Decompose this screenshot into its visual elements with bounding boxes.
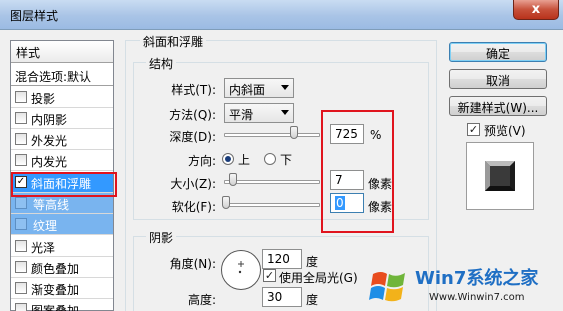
method-select[interactable]: 平滑	[224, 103, 294, 123]
style-item-outer-glow[interactable]: 外发光	[11, 129, 113, 150]
style-list-header[interactable]: 样式	[11, 41, 113, 63]
depth-label: 深度(D):	[169, 130, 216, 144]
style-item-label: 投影	[31, 92, 56, 106]
angle-label: 角度(N):	[169, 257, 216, 271]
method-label: 方法(Q):	[169, 108, 216, 122]
altitude-input[interactable]: 30	[262, 287, 302, 307]
cancel-button[interactable]: 取消	[449, 69, 547, 89]
chevron-down-icon	[281, 110, 289, 115]
direction-down-radio[interactable]	[264, 153, 276, 165]
ok-button[interactable]: 确定	[449, 42, 547, 62]
depth-slider-track[interactable]	[224, 133, 320, 137]
bevel-preview-icon	[485, 161, 515, 191]
watermark-brand: Win7系统之家	[415, 268, 539, 289]
highlight-box-values	[321, 110, 394, 233]
direction-up-label: 上	[238, 153, 251, 167]
style-item-drop-shadow[interactable]: 投影	[11, 87, 113, 108]
style-label: 样式(T):	[171, 83, 216, 97]
style-item-label: 图案叠加	[31, 304, 80, 311]
style-preview-swatch	[466, 142, 534, 210]
style-item-label: 内发光	[31, 155, 68, 169]
preview-label: 预览(V)	[484, 124, 526, 138]
style-select[interactable]: 内斜面	[224, 78, 294, 98]
structure-group-title: 结构	[146, 55, 177, 72]
global-light-label: 使用全局光(G)	[279, 271, 358, 285]
altitude-unit: 度	[306, 293, 319, 307]
style-select-value: 内斜面	[229, 83, 266, 97]
style-item-texture[interactable]: 纹理	[11, 214, 113, 235]
style-item-label: 内阴影	[31, 113, 68, 127]
checkbox[interactable]	[15, 133, 27, 145]
checkbox[interactable]	[15, 303, 27, 311]
method-select-value: 平滑	[229, 108, 254, 122]
style-item-inner-shadow[interactable]: 内阴影	[11, 108, 113, 129]
close-button[interactable]: x	[513, 0, 559, 20]
checkbox[interactable]	[15, 91, 27, 103]
style-item-pattern-overlay[interactable]: 图案叠加	[11, 299, 113, 311]
soften-slider-track[interactable]	[224, 203, 320, 207]
style-item-label: 等高线	[33, 198, 70, 212]
angle-crosshair-icon	[238, 261, 244, 274]
global-light-checkbox[interactable]: ✓	[263, 269, 276, 282]
style-item-satin[interactable]: 光泽	[11, 236, 113, 257]
windows-logo-icon	[369, 272, 405, 302]
direction-up-radio[interactable]	[222, 153, 234, 165]
size-label: 大小(Z):	[170, 177, 216, 191]
window-title: 图层样式	[10, 9, 59, 23]
title-bar: 图层样式 x	[0, 0, 563, 30]
watermark: Win7系统之家 Www.Winwin7.com	[365, 258, 563, 311]
chevron-down-icon	[281, 85, 289, 90]
style-item-gradient-overlay[interactable]: 渐变叠加	[11, 278, 113, 299]
angle-unit: 度	[306, 255, 319, 269]
new-style-button[interactable]: 新建样式(W)...	[449, 96, 547, 116]
style-item-inner-glow[interactable]: 内发光	[11, 150, 113, 171]
size-slider-track[interactable]	[224, 180, 320, 184]
watermark-url: Www.Winwin7.com	[429, 292, 525, 303]
checkbox[interactable]	[15, 240, 27, 252]
checkbox[interactable]	[15, 218, 27, 230]
depth-slider-thumb[interactable]	[290, 126, 298, 139]
style-item-label: 渐变叠加	[31, 283, 80, 297]
soften-slider-thumb[interactable]	[222, 196, 230, 209]
style-item-label: 颜色叠加	[31, 262, 80, 276]
soften-label: 软化(F):	[171, 200, 216, 214]
style-item-label: 外发光	[31, 134, 68, 148]
bevel-emboss-group-title: 斜面和浮雕	[140, 33, 207, 50]
checkbox[interactable]	[15, 261, 27, 273]
preview-checkbox[interactable]: ✓	[467, 123, 480, 136]
checkbox[interactable]	[15, 154, 27, 166]
checkbox[interactable]	[15, 112, 27, 124]
direction-down-label: 下	[280, 153, 293, 167]
shading-group-title: 阴影	[146, 229, 177, 246]
checkbox[interactable]	[15, 197, 27, 209]
highlight-box-selected-style	[11, 172, 117, 197]
style-item-color-overlay[interactable]: 颜色叠加	[11, 257, 113, 278]
angle-input[interactable]: 120	[262, 249, 302, 269]
direction-label: 方向:	[187, 154, 216, 168]
style-item-label: 光泽	[31, 241, 56, 255]
checkbox[interactable]	[15, 282, 27, 294]
style-item-label: 纹理	[33, 219, 58, 233]
angle-dial[interactable]	[221, 250, 261, 290]
altitude-label: 高度:	[187, 293, 216, 307]
blend-options-item[interactable]: 混合选项:默认	[11, 64, 113, 86]
size-slider-thumb[interactable]	[229, 173, 237, 186]
